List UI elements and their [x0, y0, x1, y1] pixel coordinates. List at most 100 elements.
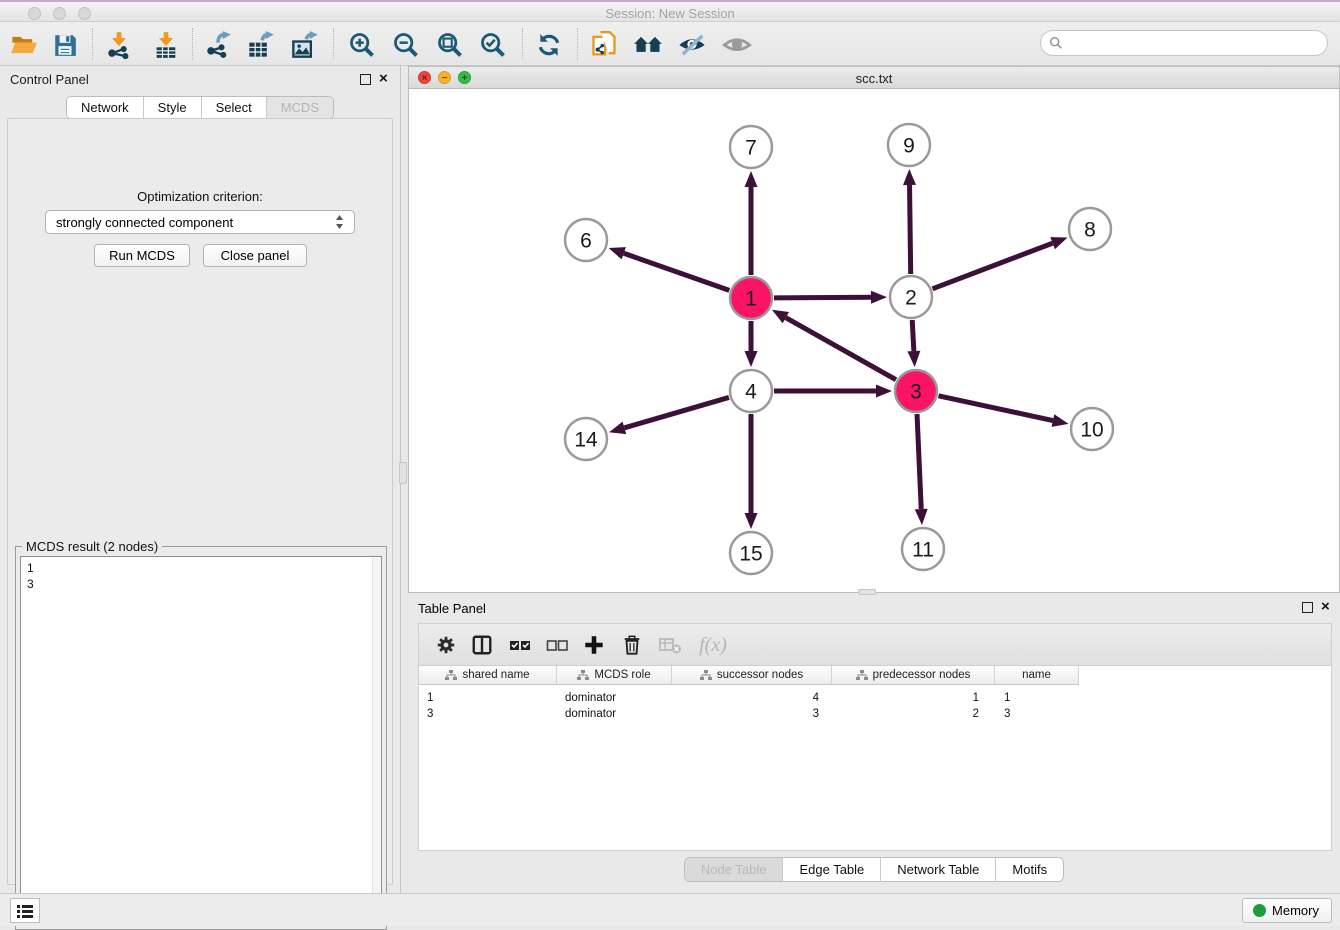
- graph-edge-arrow: [1050, 237, 1067, 249]
- table-settings-icon[interactable]: [431, 630, 461, 660]
- column-header-name[interactable]: name: [995, 666, 1079, 684]
- main-toolbar: [0, 22, 1340, 66]
- graph-node-10[interactable]: 10: [1071, 408, 1113, 450]
- show-all-icon[interactable]: [721, 29, 753, 61]
- search-icon: [1049, 36, 1063, 50]
- svg-text:4: 4: [745, 381, 757, 404]
- svg-text:3: 3: [910, 381, 922, 404]
- task-history-button[interactable]: [10, 898, 40, 923]
- tab-edge-table[interactable]: Edge Table: [783, 858, 881, 881]
- table-panel-close-icon[interactable]: ×: [1321, 598, 1330, 616]
- column-visibility-icon[interactable]: [467, 630, 497, 660]
- mcds-result-text[interactable]: 1 3: [20, 556, 382, 924]
- network-canvas[interactable]: 7 9 6 8 1 2 4 3 14 10 15 11: [409, 89, 1339, 592]
- column-header-shared-name[interactable]: shared name: [419, 666, 557, 684]
- node-table[interactable]: shared name MCDS role successor nodes pr…: [418, 665, 1332, 851]
- select-chevrons-icon: [335, 214, 344, 230]
- delete-column-icon[interactable]: [617, 630, 647, 660]
- close-panel-button[interactable]: Close panel: [203, 244, 307, 267]
- optimization-criterion-label: Optimization criterion:: [8, 189, 392, 204]
- mcds-panel: Optimization criterion: strongly connect…: [7, 118, 393, 885]
- zoom-out-icon[interactable]: [390, 29, 422, 61]
- column-type-icon: [577, 670, 589, 681]
- graph-node-3[interactable]: 3: [895, 370, 937, 412]
- tab-network[interactable]: Network: [67, 97, 144, 118]
- toolbar-separator: [522, 28, 523, 60]
- toolbar-separator: [333, 28, 334, 60]
- add-column-icon[interactable]: [579, 630, 609, 660]
- search-input[interactable]: [1067, 36, 1327, 50]
- graph-edge-2-9[interactable]: [910, 185, 911, 274]
- graph-node-2[interactable]: 2: [890, 276, 932, 318]
- column-header-predecessor-nodes[interactable]: predecessor nodes: [832, 666, 995, 684]
- graph-edge-1-6[interactable]: [624, 253, 730, 290]
- memory-button[interactable]: Memory: [1242, 898, 1332, 923]
- control-panel-tabs: Network Style Select MCDS: [0, 96, 400, 118]
- graph-node-7[interactable]: 7: [730, 126, 772, 168]
- search-field[interactable]: [1040, 30, 1328, 56]
- run-mcds-button[interactable]: Run MCDS: [94, 244, 190, 267]
- tab-style[interactable]: Style: [144, 97, 202, 118]
- control-panel-close-icon[interactable]: ×: [379, 70, 388, 88]
- graph-edge-3-1[interactable]: [786, 318, 896, 380]
- graph-edge-arrow: [915, 509, 928, 525]
- result-scrollbar[interactable]: [372, 557, 381, 923]
- zoom-selected-icon[interactable]: [477, 29, 509, 61]
- tab-select[interactable]: Select: [202, 97, 267, 118]
- cell-mcds-role: dominator: [565, 692, 616, 704]
- cell-successor-nodes: 3: [719, 708, 819, 720]
- network-graph[interactable]: 7 9 6 8 1 2 4 3 14 10 15 11: [409, 89, 1339, 592]
- first-neighbors-icon[interactable]: [632, 29, 664, 61]
- refresh-layout-icon[interactable]: [533, 29, 565, 61]
- control-panel-float-icon[interactable]: [360, 74, 371, 85]
- function-builder-icon[interactable]: f(x): [691, 630, 735, 660]
- unselect-all-icon[interactable]: [542, 630, 572, 660]
- export-image-icon[interactable]: [289, 29, 321, 61]
- clone-network-icon[interactable]: [588, 29, 620, 61]
- hide-selected-icon[interactable]: [676, 29, 708, 61]
- svg-text:15: 15: [739, 543, 762, 566]
- import-network-icon[interactable]: [103, 29, 135, 61]
- column-header-successor-nodes[interactable]: successor nodes: [672, 666, 832, 684]
- column-header-mcds-role[interactable]: MCDS role: [557, 666, 672, 684]
- table-panel-float-icon[interactable]: [1302, 602, 1313, 613]
- zoom-in-icon[interactable]: [346, 29, 378, 61]
- graph-node-6[interactable]: 6: [565, 219, 607, 261]
- graph-edge-4-14[interactable]: [624, 397, 729, 427]
- control-panel-header: Control Panel ×: [0, 66, 400, 94]
- graph-edge-2-3[interactable]: [912, 320, 914, 351]
- optimization-criterion-select[interactable]: strongly connected component: [45, 210, 355, 234]
- tab-motifs[interactable]: Motifs: [996, 858, 1063, 881]
- tab-network-table[interactable]: Network Table: [881, 858, 996, 881]
- tab-node-table[interactable]: Node Table: [685, 858, 784, 881]
- column-label: shared name: [462, 669, 529, 681]
- table-row[interactable]: 3 dominator 3 2 3: [419, 706, 1331, 722]
- export-table-icon[interactable]: [245, 29, 277, 61]
- column-type-icon: [856, 670, 868, 681]
- export-network-icon[interactable]: [202, 29, 234, 61]
- graph-node-14[interactable]: 14: [565, 418, 607, 460]
- graph-node-4[interactable]: 4: [730, 370, 772, 412]
- graph-edge-arrow: [609, 422, 626, 434]
- graph-edge-1-2[interactable]: [774, 297, 871, 298]
- graph-edge-2-8[interactable]: [933, 243, 1053, 289]
- table-row[interactable]: 1 dominator 4 1 1: [419, 690, 1331, 706]
- graph-node-8[interactable]: 8: [1069, 208, 1111, 250]
- graph-edge-3-11[interactable]: [917, 414, 921, 509]
- table-panel-tabs: Node Table Edge Table Network Table Moti…: [408, 857, 1340, 882]
- tab-mcds[interactable]: MCDS: [267, 97, 333, 118]
- zoom-fit-icon[interactable]: [434, 29, 466, 61]
- network-view-window: × − + scc.txt 7 9 6 8 1 2 4 3 14 10 15 11: [408, 66, 1340, 593]
- graph-node-9[interactable]: 9: [888, 124, 930, 166]
- graph-node-15[interactable]: 15: [730, 532, 772, 574]
- delete-table-icon[interactable]: [655, 630, 685, 660]
- graph-node-11[interactable]: 11: [902, 528, 944, 570]
- open-session-icon[interactable]: [8, 29, 40, 61]
- network-window-titlebar[interactable]: × − + scc.txt: [409, 67, 1339, 89]
- graph-edge-3-10[interactable]: [938, 396, 1052, 421]
- graph-node-1[interactable]: 1: [730, 277, 772, 319]
- import-table-icon[interactable]: [150, 29, 182, 61]
- select-all-icon[interactable]: [505, 630, 535, 660]
- vertical-splitter-grip[interactable]: [399, 462, 407, 484]
- save-session-icon[interactable]: [49, 29, 81, 61]
